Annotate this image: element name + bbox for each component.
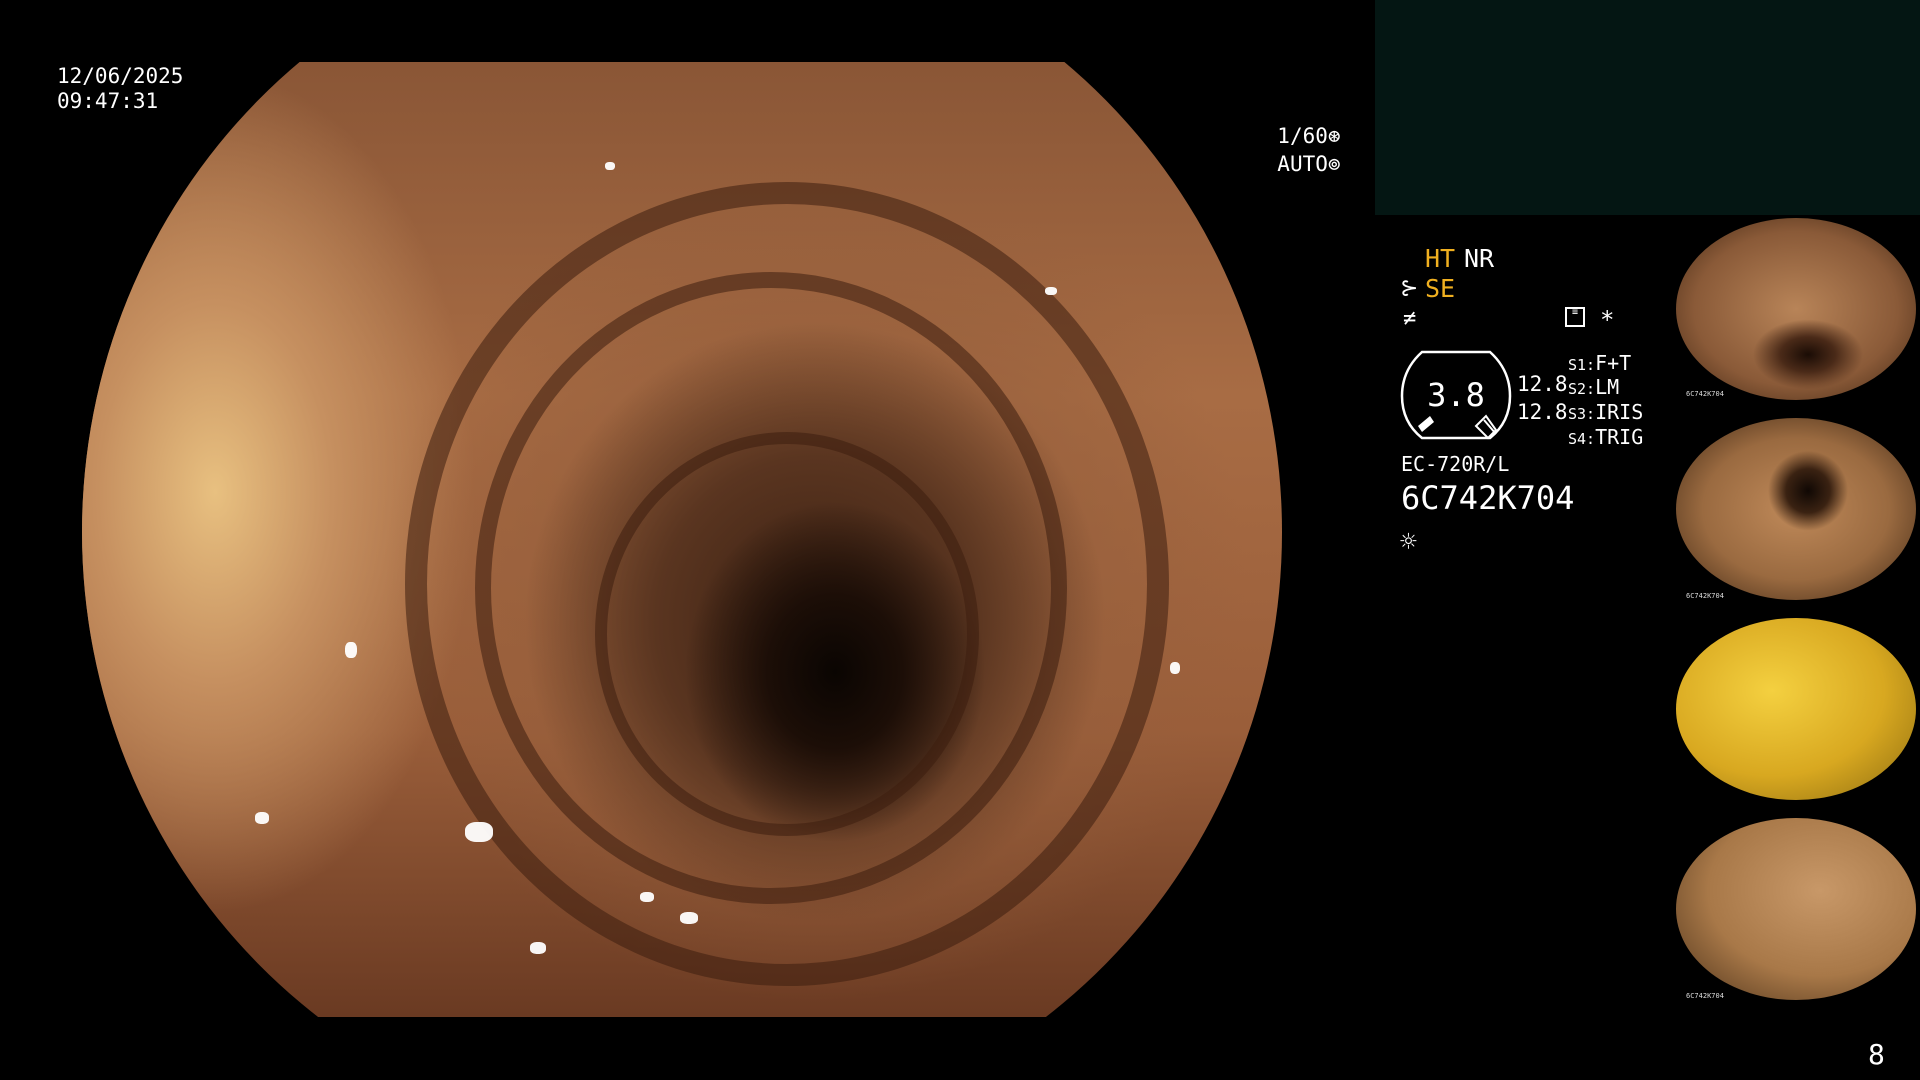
specular-highlight — [255, 812, 269, 824]
asterisk-label: * — [1600, 306, 1615, 334]
page-number: 8 — [1868, 1038, 1885, 1071]
thumbnail-3[interactable] — [1672, 616, 1920, 802]
date-label: 12/06/2025 — [57, 64, 184, 88]
thumbnail-2[interactable]: 6C742K704 — [1672, 416, 1920, 602]
scope-tool-icon: ⊱ — [1400, 276, 1419, 301]
specular-highlight — [680, 912, 698, 924]
s3-key: S3: — [1568, 405, 1596, 423]
iris-mode-label: AUTO⊚ — [1252, 127, 1341, 177]
value-2: 12.8 — [1517, 400, 1568, 424]
thumbnail-4[interactable]: 6C742K704 — [1672, 816, 1920, 1002]
scope-serial: 6C742K704 — [1401, 479, 1575, 517]
thumbnail-1[interactable]: 6C742K704 — [1672, 216, 1920, 402]
thumbnail-image — [1676, 418, 1916, 600]
s3-value: IRIS — [1595, 400, 1644, 424]
s4-row: S4:TRIG — [1568, 423, 1643, 453]
specular-highlight — [530, 942, 546, 954]
endoscopic-image — [82, 62, 1282, 1017]
thumbnail-image — [1676, 618, 1916, 800]
thumbnail-serial: 6C742K704 — [1686, 592, 1724, 600]
gauge-value: 3.8 — [1427, 376, 1485, 414]
specular-highlight — [1045, 287, 1057, 295]
s2-value: LM — [1595, 375, 1620, 399]
zoom-icon: ≠ — [1403, 306, 1417, 331]
specular-highlight — [640, 892, 654, 902]
specular-highlight — [465, 822, 493, 842]
mucosal-fold — [595, 432, 979, 836]
thumbnail-image — [1676, 818, 1916, 1000]
specular-highlight — [1170, 662, 1180, 674]
thumbnail-serial: 6C742K704 — [1686, 992, 1724, 1000]
auto-iris-icon: ⊚ — [1327, 152, 1341, 176]
s4-key: S4: — [1568, 430, 1596, 448]
ht-label: HT — [1425, 244, 1456, 273]
se-label: SE — [1425, 274, 1456, 303]
nr-label: NR — [1464, 244, 1495, 273]
thumbnail-image — [1676, 218, 1916, 400]
specular-highlight — [605, 162, 615, 170]
light-icon: ☼ — [1400, 525, 1417, 558]
gauge-icon: 3.8 — [1400, 350, 1512, 440]
value-1: 12.8 — [1517, 372, 1568, 396]
time-label: 09:47:31 — [57, 89, 159, 113]
memo-icon: ≡ — [1565, 307, 1585, 327]
s1-key: S1: — [1568, 356, 1596, 374]
s1-value: F+T — [1595, 351, 1632, 375]
iris-mode-value: AUTO — [1277, 152, 1328, 176]
s4-value: TRIG — [1595, 425, 1644, 449]
s2-key: S2: — [1568, 380, 1596, 398]
specular-highlight — [345, 642, 357, 658]
scope-model: EC-720R/L — [1401, 452, 1510, 476]
thumbnail-serial: 6C742K704 — [1686, 390, 1724, 398]
info-panel-background — [1375, 0, 1920, 215]
